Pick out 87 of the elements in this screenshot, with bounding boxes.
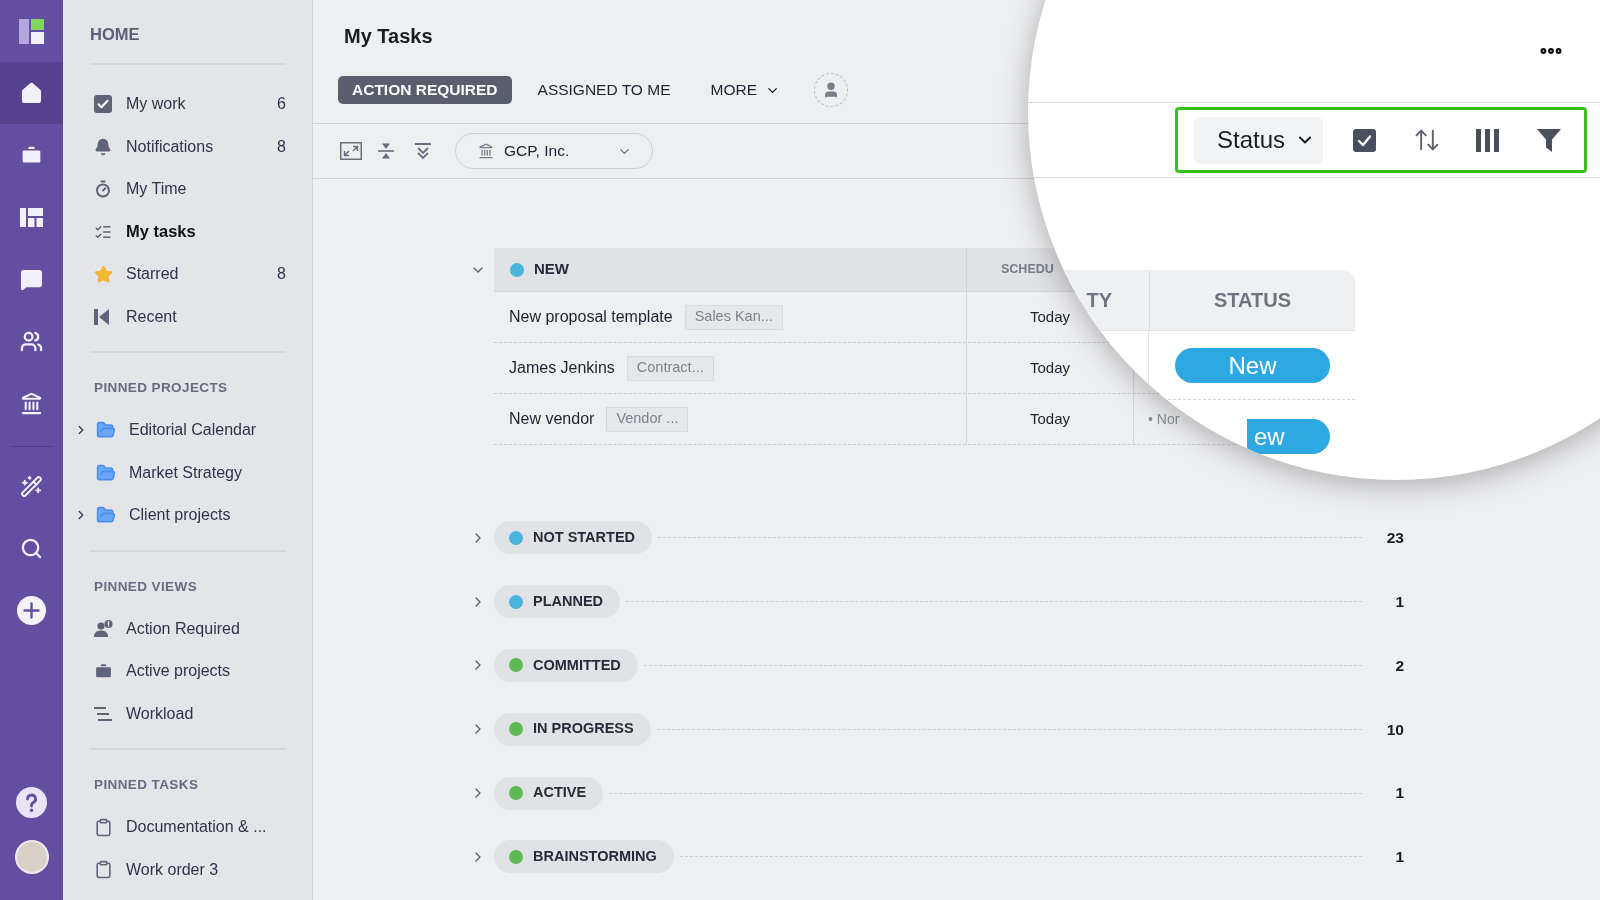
briefcase-icon [20, 143, 43, 167]
section-title: HOME [90, 24, 140, 45]
sidebar-link[interactable]: Market Strategy [129, 460, 242, 485]
group-label: NEW [534, 259, 569, 280]
nav-button[interactable] [0, 62, 63, 124]
tab[interactable]: ASSIGNED TO ME [523, 76, 685, 104]
sidebar-link[interactable]: My tasks [126, 219, 196, 245]
more-menu-button[interactable]: MORE [696, 76, 794, 104]
group-count: 2 [1394, 655, 1404, 676]
tab[interactable]: ACTION REQUIRED [338, 76, 512, 104]
group-count: 1 [1394, 783, 1404, 804]
section-title: PINNED VIEWS [94, 577, 198, 596]
clipboard-icon [94, 817, 113, 837]
group-label: ACTIVE [533, 783, 587, 803]
group-count: 1 [1394, 592, 1404, 613]
sidebar-link[interactable]: Starred [126, 262, 179, 287]
columns-icon[interactable] [1476, 128, 1499, 152]
app-logo-icon[interactable] [19, 18, 44, 44]
column-header: STATUS [1214, 288, 1291, 313]
item-count: 8 [277, 136, 286, 157]
timer-icon [94, 180, 112, 199]
group-chip[interactable]: IN PROGRESS [494, 712, 651, 746]
group-count: 23 [1385, 528, 1404, 549]
sidebar-link[interactable]: Notifications [126, 134, 214, 159]
group-label: PLANNED [533, 591, 604, 611]
group-label: NOT STARTED [533, 528, 636, 547]
priority-label: • Nor [1148, 409, 1180, 429]
collapse-all-icon[interactable] [415, 142, 431, 160]
person-alert-icon [94, 620, 113, 638]
section-title: PINNED TASKS [94, 776, 199, 794]
column-header: SCHEDU [1001, 261, 1054, 279]
sidebar-link[interactable]: My Time [126, 177, 187, 202]
filter-icon[interactable] [1537, 128, 1561, 152]
bell-icon [94, 137, 112, 156]
sidebar-link[interactable]: My work [126, 92, 186, 117]
home-icon [20, 81, 43, 105]
date-text: Today [1030, 306, 1070, 327]
sidebar-link[interactable]: Client projects [129, 503, 231, 528]
person-icon [822, 81, 840, 99]
people-icon [20, 329, 43, 353]
group-count: 1 [1394, 847, 1404, 868]
group-label: COMMITTED [533, 655, 621, 675]
date-text: Today [1030, 357, 1070, 378]
group-chip[interactable]: BRAINSTORMING [494, 840, 674, 874]
bank-icon [478, 143, 494, 159]
sidebar-link[interactable]: Work order 3 [126, 857, 219, 882]
magic-wand-icon[interactable] [20, 474, 43, 498]
group-label: IN PROGRESS [533, 719, 634, 739]
star-icon [94, 264, 113, 284]
task-name[interactable]: New vendor [509, 407, 595, 431]
skip-back-icon [94, 308, 109, 325]
task-name[interactable]: James Jenkins [509, 356, 615, 380]
group-by-dropdown[interactable]: Status [1194, 116, 1323, 164]
expand-icon[interactable] [340, 142, 362, 160]
lines-icon [94, 706, 112, 721]
date-text: Today [1030, 408, 1070, 429]
clipboard-icon [94, 860, 113, 880]
section-title: PINNED PROJECTS [94, 379, 228, 397]
sidebar-link[interactable]: Documentation & ... [126, 815, 267, 840]
group-chip[interactable]: PLANNED [494, 585, 621, 619]
task-name[interactable]: New proposal template [509, 305, 673, 329]
page-title: My Tasks [344, 24, 433, 49]
search-icon[interactable] [20, 536, 43, 560]
group-chip[interactable]: ACTIVE [494, 776, 604, 810]
briefcase-icon [94, 661, 113, 681]
group-label: BRAINSTORMING [533, 847, 657, 866]
column-header: TY [1086, 288, 1112, 313]
user-avatar[interactable] [14, 840, 49, 874]
sidebar-link[interactable]: Active projects [126, 659, 231, 684]
item-count: 6 [277, 94, 286, 115]
folder-icon [96, 462, 116, 483]
dashboard-icon [20, 207, 43, 227]
item-count: 8 [277, 264, 286, 285]
sidebar-link[interactable]: Recent [126, 304, 177, 329]
sidebar-link[interactable]: Action Required [126, 616, 240, 641]
chat-bubble-icon [20, 267, 43, 291]
bank-icon [20, 391, 43, 415]
collapse-icon[interactable] [378, 142, 394, 160]
group-count: 10 [1385, 719, 1404, 740]
group-chip[interactable]: COMMITTED [494, 649, 638, 682]
checkbox-icon[interactable] [1353, 128, 1376, 152]
help-icon[interactable] [16, 787, 47, 818]
sidebar-link[interactable]: Editorial Calendar [129, 418, 257, 443]
sidebar-link[interactable]: Workload [126, 701, 194, 726]
group-chip[interactable]: NOT STARTED [494, 521, 653, 555]
add-icon[interactable] [17, 595, 46, 625]
checkbox-icon [94, 95, 112, 114]
